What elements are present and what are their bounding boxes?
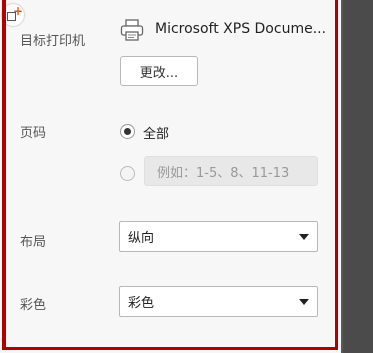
- printer-icon: [120, 19, 144, 41]
- change-printer-button[interactable]: 更改...: [120, 56, 198, 86]
- preview-area-edge: [341, 0, 373, 353]
- color-label: 彩色: [20, 298, 47, 313]
- add-window-icon[interactable]: +: [2, 4, 24, 26]
- plus-icon: +: [13, 4, 24, 18]
- layout-select[interactable]: 纵向: [119, 221, 318, 252]
- pages-custom-radio[interactable]: [120, 166, 135, 181]
- pages-all-label[interactable]: 全部: [143, 123, 169, 142]
- print-settings-panel: + 目标打印机 Microsoft XPS Docume... 更改... 页码…: [0, 0, 341, 353]
- layout-select-value: 纵向: [128, 231, 155, 246]
- color-select-value: 彩色: [128, 296, 155, 311]
- layout-label: 布局: [20, 235, 47, 250]
- chevron-down-icon: [299, 299, 309, 305]
- color-select[interactable]: 彩色: [119, 286, 318, 317]
- printer-label: 目标打印机: [20, 34, 86, 49]
- pages-range-input[interactable]: 例如：1-5、8、11-13: [144, 156, 318, 186]
- printer-name: Microsoft XPS Docume...: [155, 21, 327, 37]
- pages-all-radio[interactable]: [120, 124, 135, 139]
- pages-label: 页码: [20, 126, 47, 141]
- chevron-down-icon: [299, 234, 309, 240]
- divider: [341, 0, 343, 353]
